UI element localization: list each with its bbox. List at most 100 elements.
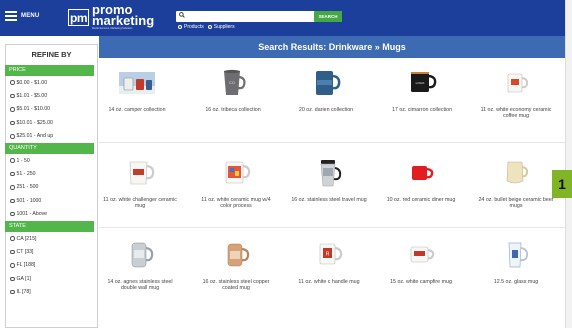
product-name: 14 oz. camper collection [108,107,166,113]
mug-image [119,68,155,98]
step-badge: 1 [552,170,572,198]
product-name: 12.5 oz. glass mug [493,279,539,285]
filter-label: CT [33] [16,248,34,255]
mug-image [125,158,155,188]
product-card[interactable]: 16 oz. stainless steel copper coated mug [195,240,277,291]
product-row: 14 oz. agnes stainless steel double wall… [99,228,565,313]
mug-image [406,240,436,270]
menu-button[interactable]: MENU [5,11,39,21]
filter-state-1[interactable]: CA [215] [6,232,97,245]
filter-label: $0.00 - $1.00 [16,79,48,86]
logo-line2: marketing [92,12,155,28]
quantity-section-title: QUANTITY [5,142,94,154]
filter-label: $5.01 - $10.00 [16,106,50,113]
product-card[interactable]: 16 oz. stainless steel travel mug [288,158,370,203]
filter-quantity-3[interactable]: 251 - 500 [6,181,97,194]
filter-label: 501 - 1000 [16,197,42,204]
radio-icon [10,93,15,99]
product-grid: 14 oz. camper collection CO 16 oz. tribe… [99,58,565,313]
product-name: 16 oz. stainless steel copper coated mug [202,279,270,292]
product-name: 15 oz. white campfire mug [390,279,452,285]
logo[interactable]: pm promo marketing Media Services, Marke… [68,3,155,31]
radio-icon [10,249,15,255]
product-card[interactable]: 15 oz. white campfire mug [380,240,462,285]
product-name: 20 oz. darien collection [298,107,354,113]
filter-price-2[interactable]: $1.01 - $5.00 [6,89,97,102]
product-name: 17 oz. cimarron collection [391,107,453,113]
search-box: SEARCH [176,11,342,22]
product-card[interactable]: 11 oz. white challenger ceramic mug [99,158,181,209]
radio-products[interactable]: Products [178,24,204,30]
radio-icon [10,289,15,295]
state-section-title: STATE [5,220,94,232]
filter-label: GA [1] [16,275,31,282]
radio-icon [10,198,15,204]
product-card[interactable]: 11 oz. white economy ceramic coffee mug [475,68,557,119]
filter-price-1[interactable]: $0.00 - $1.00 [6,76,97,89]
search-button[interactable]: SEARCH [314,11,342,22]
mug-image [314,158,344,188]
radio-icon [10,236,15,241]
search-input[interactable] [186,12,306,21]
product-row: 14 oz. camper collection CO 16 oz. tribe… [99,58,565,143]
hamburger-icon [5,11,17,21]
product-card[interactable]: 20 oz. darien collection [288,68,364,113]
filter-state-4[interactable]: GA [1] [6,272,97,285]
product-card[interactable]: R 11 oz. white c handle mug [288,240,370,285]
mug-image [221,240,251,270]
filter-label: CA [215] [16,235,37,242]
svg-text:LOGO: LOGO [416,81,425,85]
radio-icon [10,211,15,217]
filter-state-5[interactable]: IL [78] [6,285,97,298]
radio-icon [10,185,15,190]
filter-label: FL [188] [16,262,36,269]
product-name: 16 oz. tribeca collection [205,107,261,113]
filter-quantity-5[interactable]: 1001 - Above [6,208,97,221]
logo-mark: pm [68,9,89,27]
top-header: MENU pm promo marketing Media Services, … [0,0,565,36]
radio-icon [10,134,15,139]
product-card[interactable]: 14 oz. agnes stainless steel double wall… [99,240,181,291]
mug-image [311,68,341,98]
filter-label: 51 - 250 [16,171,36,178]
mug-image: LOGO [407,68,437,98]
price-section-title: PRICE [5,65,94,76]
product-card[interactable]: 12.5 oz. glass mug [475,240,557,285]
refine-sidebar: REFINE BY PRICE $0.00 - $1.00 $1.01 - $5… [5,44,98,328]
filter-price-5[interactable]: $25.01 - And up [6,130,97,143]
scrollbar[interactable] [565,0,572,328]
filter-label: 1 - 50 [16,157,30,164]
radio-icon [178,25,182,29]
refine-title: REFINE BY [31,50,72,59]
mug-image [501,240,531,270]
product-card[interactable]: 24 oz. bullet beige ceramic beer mugs [475,158,557,209]
radio-suppliers[interactable]: Suppliers [207,24,235,30]
radio-icon [10,120,15,126]
filter-label: $25.01 - And up [16,133,54,140]
filter-state-2[interactable]: CT [33] [6,245,97,258]
product-card[interactable]: 14 oz. camper collection [99,68,175,113]
radio-icon [207,25,212,29]
product-card[interactable]: CO 16 oz. tribeca collection [195,68,271,113]
product-row: 11 oz. white challenger ceramic mug 11 o… [99,143,565,228]
filter-price-4[interactable]: $10.01 - $25.00 [6,116,97,129]
filter-label: 251 - 500 [16,184,39,191]
svg-text:CO: CO [229,80,235,85]
logo-tagline: Media Services, Marketing Solutions [92,27,133,31]
filter-quantity-1[interactable]: 1 - 50 [6,154,97,167]
filter-label: $1.01 - $5.00 [16,93,48,100]
radio-products-label: Products [184,24,204,30]
product-card[interactable]: LOGO 17 oz. cimarron collection [384,68,460,113]
product-name: 14 oz. agnes stainless steel double wall… [107,279,173,292]
filter-price-3[interactable]: $5.01 - $10.00 [6,103,97,116]
product-card[interactable]: 10 oz. red ceramic diner mug [380,158,462,203]
results-title: Search Results: Drinkware » Mugs [99,36,565,58]
radio-icon [10,171,15,177]
search-scope: Products Suppliers [178,24,235,30]
product-name: 11 oz. white ceramic mug w/4 color proce… [201,197,271,210]
filter-quantity-2[interactable]: 51 - 250 [6,167,97,180]
product-card[interactable]: 11 oz. white ceramic mug w/4 color proce… [195,158,277,209]
filter-quantity-4[interactable]: 501 - 1000 [6,194,97,207]
radio-icon [10,263,15,268]
filter-state-3[interactable]: FL [188] [6,259,97,272]
